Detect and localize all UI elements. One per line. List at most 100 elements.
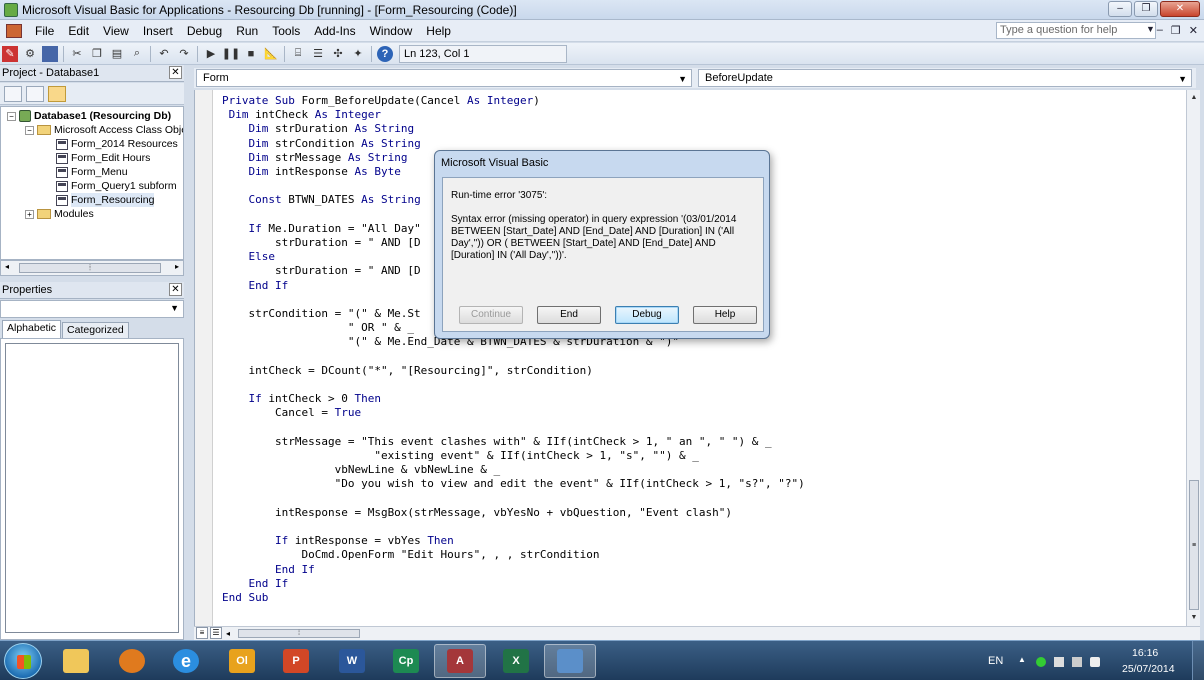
code-line[interactable]: "existing event" & IIf(intCheck > 1, "s"… xyxy=(222,449,699,463)
taskbar-media-player[interactable] xyxy=(106,644,158,678)
tree-root[interactable]: − Database1 (Resourcing Db) xyxy=(7,109,171,123)
chevron-down-icon[interactable]: ▼ xyxy=(170,303,179,313)
code-line[interactable]: End If xyxy=(222,279,289,293)
scroll-thumb[interactable]: ≡ xyxy=(1189,480,1199,610)
scroll-down-icon[interactable]: ▼ xyxy=(1188,612,1200,624)
project-tree-hscroll[interactable]: ◂ ⦙ ▸ xyxy=(0,260,184,276)
undo-icon[interactable]: ↶ xyxy=(156,46,172,62)
close-icon[interactable]: ✕ xyxy=(169,283,182,296)
show-hidden-icons-icon[interactable]: ▲ xyxy=(1018,655,1026,664)
continue-button[interactable]: Continue xyxy=(459,306,523,324)
code-line[interactable]: Cancel = True xyxy=(222,406,361,420)
signal-icon[interactable] xyxy=(1072,657,1082,667)
taskbar-word[interactable]: W xyxy=(326,644,378,678)
paste-icon[interactable]: ▤ xyxy=(109,46,125,62)
project-explorer-icon[interactable]: ⌸ xyxy=(290,46,306,62)
chevron-down-icon[interactable]: ▼ xyxy=(1178,71,1187,87)
toggle-folders-icon[interactable] xyxy=(48,85,66,102)
taskbar-explorer[interactable] xyxy=(50,644,102,678)
tab-categorized[interactable]: Categorized xyxy=(62,322,129,338)
tree-class-objects-folder[interactable]: − Microsoft Access Class Objects xyxy=(25,123,183,137)
code-line[interactable]: Dim strDuration As String xyxy=(222,122,415,136)
code-line[interactable]: If intCheck > 0 Then xyxy=(222,392,381,406)
mdi-close-icon[interactable]: ✕ xyxy=(1189,24,1198,37)
properties-window-icon[interactable]: ☰ xyxy=(310,46,326,62)
chevron-down-icon[interactable]: ▼ xyxy=(678,71,687,87)
code-line[interactable]: Dim strCondition As String xyxy=(222,137,421,151)
run-icon[interactable]: ▶ xyxy=(203,46,219,62)
help-icon[interactable]: ? xyxy=(377,45,393,62)
menu-add-ins[interactable]: Add-Ins xyxy=(307,21,362,41)
restore-button[interactable]: ❐ xyxy=(1134,1,1158,17)
menu-window[interactable]: Window xyxy=(363,21,420,41)
taskbar-access[interactable]: A xyxy=(434,644,486,678)
reset-icon[interactable]: ■ xyxy=(243,46,259,62)
taskbar-remote-desktop[interactable] xyxy=(544,644,596,678)
code-line[interactable]: "Do you wish to view and edit the event"… xyxy=(222,477,805,491)
redo-icon[interactable]: ↷ xyxy=(176,46,192,62)
code-line[interactable]: intCheck = DCount("*", "[Resourcing]", s… xyxy=(222,364,592,378)
mdi-restore-icon[interactable]: ❐ xyxy=(1171,24,1181,37)
code-line[interactable]: Private Sub Form_BeforeUpdate(Cancel As … xyxy=(222,94,540,108)
scroll-thumb[interactable]: ⦙ xyxy=(19,263,161,273)
help-button[interactable]: Help xyxy=(693,306,757,324)
code-hscroll[interactable]: ≡ ☰ ◂ ⦙ xyxy=(194,626,1200,640)
code-margin[interactable] xyxy=(195,90,213,626)
procedure-combo[interactable]: BeforeUpdate ▼ xyxy=(698,69,1192,87)
toolbox-icon[interactable]: ✦ xyxy=(350,46,366,62)
scroll-right-icon[interactable]: ▸ xyxy=(175,262,179,271)
code-line[interactable]: Const BTWN_DATES As String xyxy=(222,193,421,207)
menu-run[interactable]: Run xyxy=(229,21,265,41)
tree-item-form-resourcing[interactable]: Form_Resourcing xyxy=(56,193,155,207)
find-icon[interactable]: ⌕ xyxy=(129,46,145,62)
collapse-icon[interactable]: − xyxy=(7,111,16,121)
code-line[interactable]: Dim intResponse As Byte xyxy=(222,165,401,179)
code-vscroll[interactable]: ▲ ≡ ▼ xyxy=(1186,90,1200,626)
view-object-icon[interactable] xyxy=(26,85,44,102)
break-icon[interactable]: ❚❚ xyxy=(222,46,240,62)
scroll-left-icon[interactable]: ◂ xyxy=(226,627,230,640)
tree-item-form-menu[interactable]: Form_Menu xyxy=(56,165,128,179)
view-access-icon[interactable]: ✎ xyxy=(2,45,18,62)
end-button[interactable]: End xyxy=(537,306,601,324)
device-icon[interactable] xyxy=(1054,657,1064,667)
code-line[interactable]: Dim intCheck As Integer xyxy=(222,108,381,122)
language-indicator[interactable]: EN xyxy=(988,655,1003,667)
code-line[interactable]: strDuration = " AND [D xyxy=(222,264,421,278)
mdi-minimize-icon[interactable]: – xyxy=(1157,24,1163,37)
close-button[interactable]: ✕ xyxy=(1160,1,1200,17)
code-line[interactable]: End If xyxy=(222,563,315,577)
menu-help[interactable]: Help xyxy=(419,21,458,41)
code-line[interactable]: intResponse = MsgBox(strMessage, vbYesNo… xyxy=(222,506,732,520)
clock-date[interactable]: 25/07/2014 xyxy=(1122,663,1175,675)
taskbar-excel[interactable]: X xyxy=(490,644,542,678)
expand-icon[interactable]: + xyxy=(25,209,34,219)
code-line[interactable]: If Me.Duration = "All Day" xyxy=(222,222,421,236)
object-browser-icon[interactable]: ✣ xyxy=(330,46,346,62)
tree-item-form-2014-resources[interactable]: Form_2014 Resources xyxy=(56,137,178,151)
chevron-down-icon[interactable]: ▼ xyxy=(1146,24,1155,34)
code-line[interactable]: Else xyxy=(222,250,276,264)
full-module-view-icon[interactable]: ☰ xyxy=(210,627,222,639)
network-status-icon[interactable] xyxy=(1036,657,1046,667)
taskbar-outlook[interactable]: Ol xyxy=(216,644,268,678)
code-line[interactable]: strMessage = "This event clashes with" &… xyxy=(222,435,772,449)
code-line[interactable]: Dim strMessage As String xyxy=(222,151,408,165)
menu-debug[interactable]: Debug xyxy=(180,21,229,41)
code-line[interactable]: If intResponse = vbYes Then xyxy=(222,534,454,548)
menu-file[interactable]: File xyxy=(28,21,61,41)
code-line[interactable]: strCondition = "(" & Me.St xyxy=(222,307,420,321)
design-mode-icon[interactable]: 📐 xyxy=(263,46,279,62)
menu-view[interactable]: View xyxy=(96,21,136,41)
taskbar-publisher[interactable]: Cp xyxy=(380,644,432,678)
code-line[interactable]: DoCmd.OpenForm "Edit Hours", , , strCond… xyxy=(222,548,599,562)
code-line[interactable]: " OR " & _ xyxy=(222,321,414,335)
show-desktop-button[interactable] xyxy=(1192,641,1204,680)
collapse-icon[interactable]: − xyxy=(25,125,34,135)
minimize-button[interactable]: – xyxy=(1108,1,1132,17)
menu-tools[interactable]: Tools xyxy=(265,21,307,41)
code-line[interactable]: vbNewLine & vbNewLine & _ xyxy=(222,463,501,477)
tree-item-form-edit-hours[interactable]: Form_Edit Hours xyxy=(56,151,150,165)
copy-icon[interactable]: ❐ xyxy=(89,46,105,62)
save-icon[interactable] xyxy=(42,45,58,62)
